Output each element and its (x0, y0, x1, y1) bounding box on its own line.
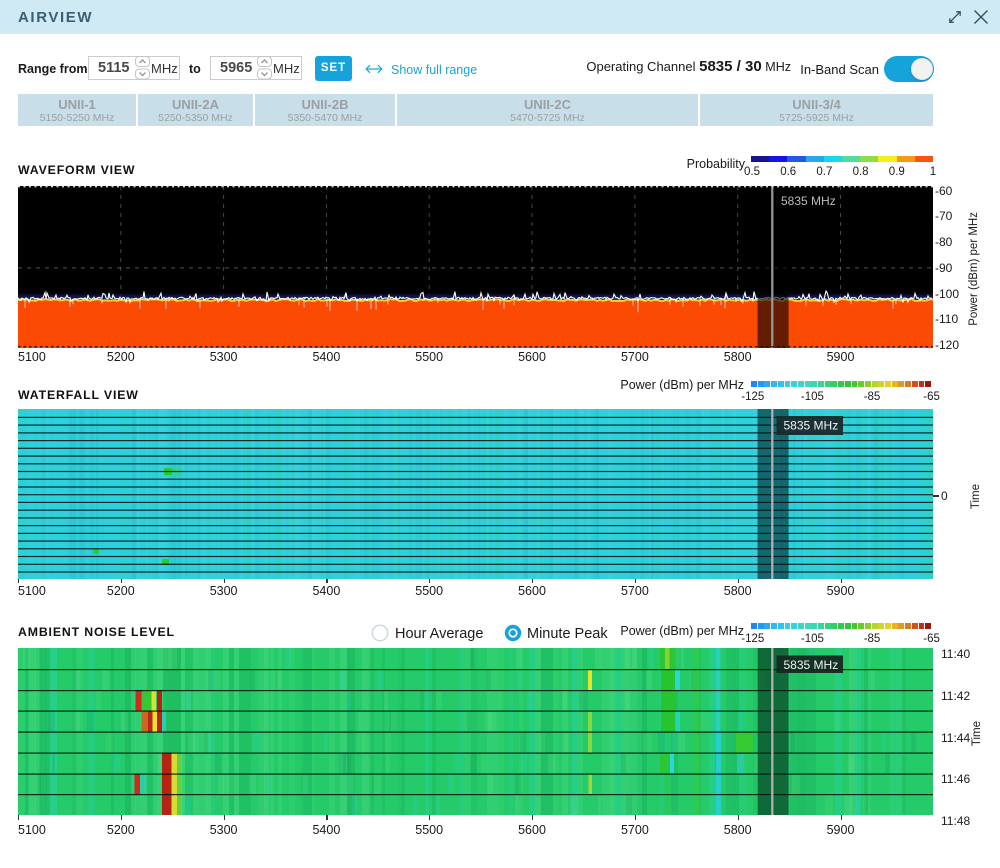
svg-text:5835 MHz: 5835 MHz (784, 658, 839, 672)
svg-text:5835 MHz: 5835 MHz (781, 194, 836, 208)
svg-text:5835 MHz: 5835 MHz (784, 418, 839, 432)
